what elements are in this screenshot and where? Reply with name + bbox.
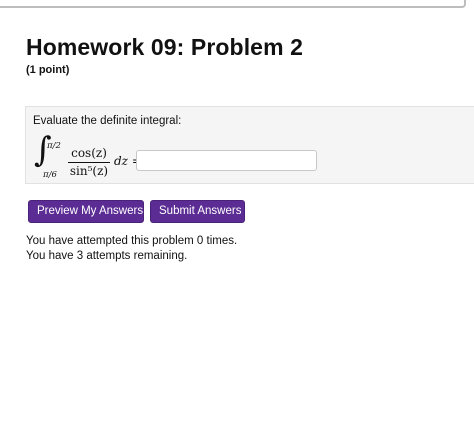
fraction-numerator: cos(z) (71, 146, 107, 160)
answer-input[interactable] (136, 150, 317, 171)
attempts-remaining-text: You have 3 attempts remaining. (26, 250, 188, 262)
page-title: Homework 09: Problem 2 (26, 34, 304, 60)
attempts-made-text: You have attempted this problem 0 times. (26, 235, 238, 247)
top-frame-border (0, 0, 466, 8)
problem-points: (1 point) (26, 64, 70, 76)
fraction-bar (68, 162, 110, 163)
integral-formula: ∫ π/2 π/6 cos(z) sin⁵(z) dz = (34, 133, 152, 183)
lower-limit: π/6 (43, 170, 57, 180)
problem-prompt: Evaluate the definite integral: (33, 115, 182, 127)
submit-answers-button[interactable]: Submit Answers (150, 200, 245, 223)
upper-limit: π/2 (47, 141, 61, 151)
preview-answers-button[interactable]: Preview My Answers (28, 200, 144, 223)
problem-panel: Evaluate the definite integral: ∫ π/2 π/… (25, 106, 474, 184)
fraction-denominator: sin⁵(z) (69, 164, 109, 178)
